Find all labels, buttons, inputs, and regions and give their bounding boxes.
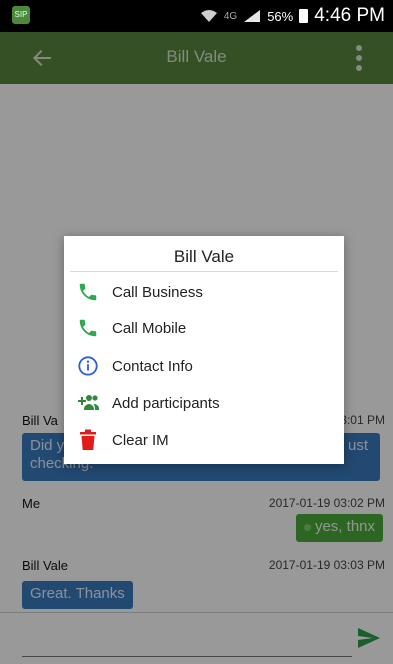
app-notification-icon: SIP <box>12 6 30 24</box>
call-business-option[interactable]: Call Business <box>64 274 344 310</box>
status-indicators: 4G 56% 4:46 PM <box>200 4 385 28</box>
add-people-icon <box>76 391 100 415</box>
battery-percent: 56% <box>267 8 294 24</box>
contact-actions-dialog: Bill Vale Call Business Call Mobile Cont… <box>64 236 344 464</box>
option-label: Contact Info <box>112 357 193 375</box>
dialog-divider <box>70 271 338 272</box>
option-label: Add participants <box>112 394 220 412</box>
clear-im-option[interactable]: Clear IM <box>64 422 344 458</box>
option-label: Call Business <box>112 283 203 301</box>
phone-icon <box>76 316 100 340</box>
contact-info-option[interactable]: Contact Info <box>64 348 344 384</box>
network-type: 4G <box>223 10 238 22</box>
call-mobile-option[interactable]: Call Mobile <box>64 310 344 346</box>
trash-icon <box>76 428 100 452</box>
clock: 4:46 PM <box>314 5 385 26</box>
option-label: Clear IM <box>112 431 169 449</box>
add-participants-option[interactable]: Add participants <box>64 385 344 421</box>
dialog-title: Bill Vale <box>173 247 235 266</box>
info-icon <box>76 354 100 378</box>
signal-icon <box>244 10 261 22</box>
option-label: Call Mobile <box>112 319 187 337</box>
battery-icon <box>299 9 309 23</box>
status-bar: SIP 4G 56% 4:46 PM <box>0 0 393 32</box>
phone-icon <box>76 280 100 304</box>
wifi-icon <box>200 10 217 22</box>
